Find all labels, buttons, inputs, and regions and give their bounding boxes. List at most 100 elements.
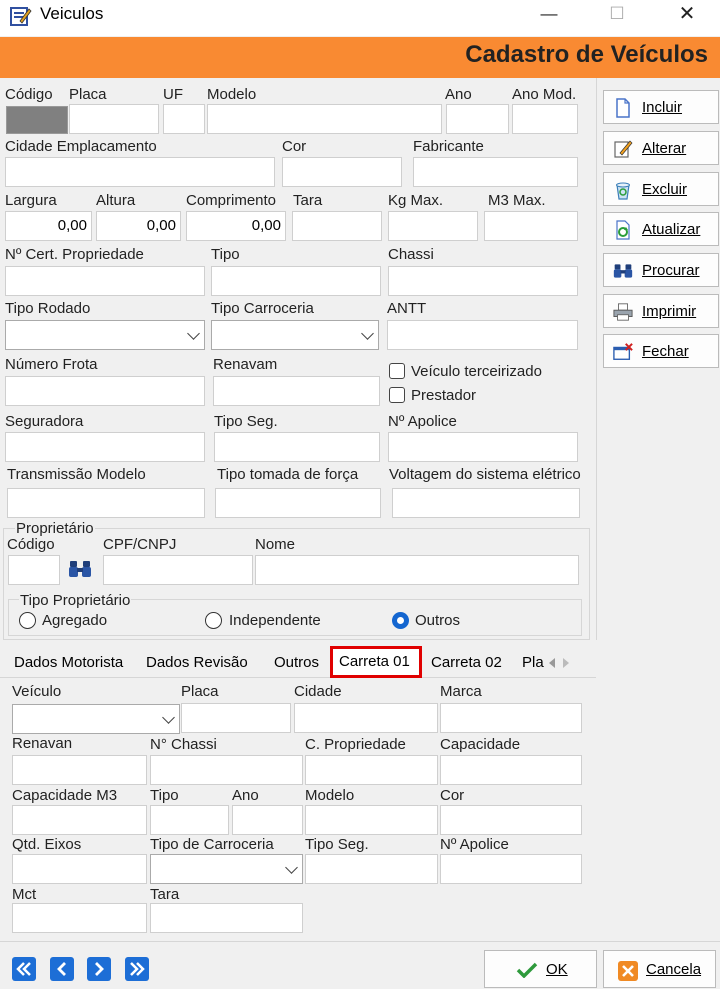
- tipo-tomada-label: Tipo tomada de força: [217, 466, 359, 483]
- cancel-button[interactable]: Cancela: [603, 950, 716, 988]
- tipo-tomada-input[interactable]: [215, 488, 381, 518]
- printer-icon: [613, 303, 633, 321]
- voltagem-input[interactable]: [392, 488, 580, 518]
- prop-cpf-input[interactable]: [103, 555, 253, 585]
- atualizar-label: Atualizar: [642, 221, 701, 238]
- prop-nome-input[interactable]: [255, 555, 579, 585]
- comprimento-input[interactable]: 0,00: [186, 211, 286, 241]
- carreta-veiculo-select[interactable]: [12, 704, 180, 734]
- alterar-button[interactable]: Alterar: [603, 131, 719, 165]
- prop-codigo-input[interactable]: [8, 555, 60, 585]
- carreta-ano-input[interactable]: [232, 805, 303, 835]
- last-record-button[interactable]: [125, 957, 149, 981]
- carreta-n-apolice-input[interactable]: [440, 854, 582, 884]
- carreta-propriedade-input[interactable]: [305, 755, 438, 785]
- procurar-button[interactable]: Procurar: [603, 253, 719, 287]
- tab-scroll-left-icon[interactable]: [546, 657, 558, 669]
- tara-input[interactable]: [292, 211, 382, 241]
- ok-label: OK: [546, 961, 568, 978]
- n-apolice-input[interactable]: [388, 432, 578, 462]
- independente-label: Independente: [229, 612, 321, 629]
- antt-input[interactable]: [387, 320, 578, 350]
- tipo-input[interactable]: [211, 266, 381, 296]
- veiculo-terceirizado-checkbox[interactable]: [389, 363, 405, 379]
- outros-radio[interactable]: [392, 612, 409, 629]
- close-window-icon: [613, 343, 633, 360]
- tipo-proprietario-title: Tipo Proprietário: [19, 592, 132, 609]
- fabricante-input[interactable]: [413, 157, 578, 187]
- tab-carreta-02[interactable]: Carreta 02: [431, 654, 502, 671]
- first-record-button[interactable]: [12, 957, 36, 981]
- seguradora-input[interactable]: [5, 432, 205, 462]
- close-button[interactable]: ✕: [664, 0, 710, 30]
- ano-input[interactable]: [446, 104, 509, 134]
- cert-propriedade-input[interactable]: [5, 266, 205, 296]
- carreta-capacidade-m3-input[interactable]: [12, 805, 147, 835]
- tipo-carroceria-select[interactable]: [211, 320, 379, 350]
- kg-max-input[interactable]: [388, 211, 478, 241]
- carreta-marca-input[interactable]: [440, 703, 582, 733]
- cidade-emplacamento-input[interactable]: [5, 157, 275, 187]
- previous-record-button[interactable]: [50, 957, 74, 981]
- next-record-button[interactable]: [87, 957, 111, 981]
- tab-dados-motorista[interactable]: Dados Motorista: [14, 654, 123, 671]
- transmissao-modelo-input[interactable]: [7, 488, 205, 518]
- numero-frota-input[interactable]: [5, 376, 205, 406]
- altura-input[interactable]: 0,00: [96, 211, 181, 241]
- largura-input[interactable]: 0,00: [5, 211, 92, 241]
- prestador-label: Prestador: [411, 387, 477, 404]
- cor-input[interactable]: [282, 157, 402, 187]
- carreta-tipo-seg-input[interactable]: [305, 854, 438, 884]
- renavam-input[interactable]: [213, 376, 380, 406]
- ano-label: Ano: [445, 86, 472, 103]
- carreta-tipo-carroceria-label: Tipo de Carroceria: [150, 836, 274, 853]
- binoculars-icon[interactable]: [68, 559, 92, 579]
- m3-max-input[interactable]: [484, 211, 578, 241]
- seguradora-label: Seguradora: [5, 413, 84, 430]
- maximize-button[interactable]: ☐: [594, 0, 640, 30]
- binoculars-icon: [613, 264, 633, 278]
- carreta-cidade-input[interactable]: [294, 703, 438, 733]
- placa-input[interactable]: [69, 104, 159, 134]
- tipo-rodado-select[interactable]: [5, 320, 205, 350]
- carreta-placa-label: Placa: [181, 683, 219, 700]
- carreta-chassi-input[interactable]: [150, 755, 303, 785]
- carreta-tara-input[interactable]: [150, 903, 303, 933]
- tipo-seg-input[interactable]: [214, 432, 380, 462]
- chassi-input[interactable]: [388, 266, 578, 296]
- carreta-renavan-input[interactable]: [12, 755, 147, 785]
- imprimir-button[interactable]: Imprimir: [603, 294, 719, 328]
- cor-label: Cor: [282, 138, 307, 155]
- carreta-capacidade-input[interactable]: [440, 755, 582, 785]
- tab-carreta-01-label: Carreta 01: [339, 653, 410, 670]
- minimize-button[interactable]: —: [526, 0, 572, 30]
- carreta-modelo-input[interactable]: [305, 805, 438, 835]
- carreta-qtd-eixos-input[interactable]: [12, 854, 147, 884]
- independente-radio[interactable]: [205, 612, 222, 629]
- numero-frota-label: Número Frota: [5, 356, 98, 373]
- window-title: Veiculos: [40, 4, 104, 23]
- carreta-cor-input[interactable]: [440, 805, 582, 835]
- chassi-label: Chassi: [388, 246, 434, 263]
- agregado-radio[interactable]: [19, 612, 36, 629]
- tab-dados-revisao[interactable]: Dados Revisão: [146, 654, 248, 671]
- carreta-tipo-carroceria-select[interactable]: [150, 854, 303, 884]
- carreta-mct-input[interactable]: [12, 903, 147, 933]
- fechar-button[interactable]: Fechar: [603, 334, 719, 368]
- prop-codigo-label: Código: [7, 536, 55, 553]
- modelo-input[interactable]: [207, 104, 442, 134]
- atualizar-button[interactable]: Atualizar: [603, 212, 719, 246]
- tab-scroll-right-icon[interactable]: [560, 657, 572, 669]
- tab-outros[interactable]: Outros: [274, 654, 319, 671]
- uf-input[interactable]: [163, 104, 205, 134]
- incluir-button[interactable]: Incluir: [603, 90, 719, 124]
- excluir-button[interactable]: Excluir: [603, 172, 719, 206]
- codigo-label: Código: [5, 86, 53, 103]
- carreta-placa-input[interactable]: [181, 703, 291, 733]
- tab-pla[interactable]: Pla: [522, 654, 544, 671]
- prestador-checkbox[interactable]: [389, 387, 405, 403]
- ano-mod-input[interactable]: [512, 104, 578, 134]
- ok-button[interactable]: OK: [484, 950, 597, 988]
- carreta-tipo-input[interactable]: [150, 805, 229, 835]
- tab-carreta-01[interactable]: Carreta 01: [330, 646, 422, 678]
